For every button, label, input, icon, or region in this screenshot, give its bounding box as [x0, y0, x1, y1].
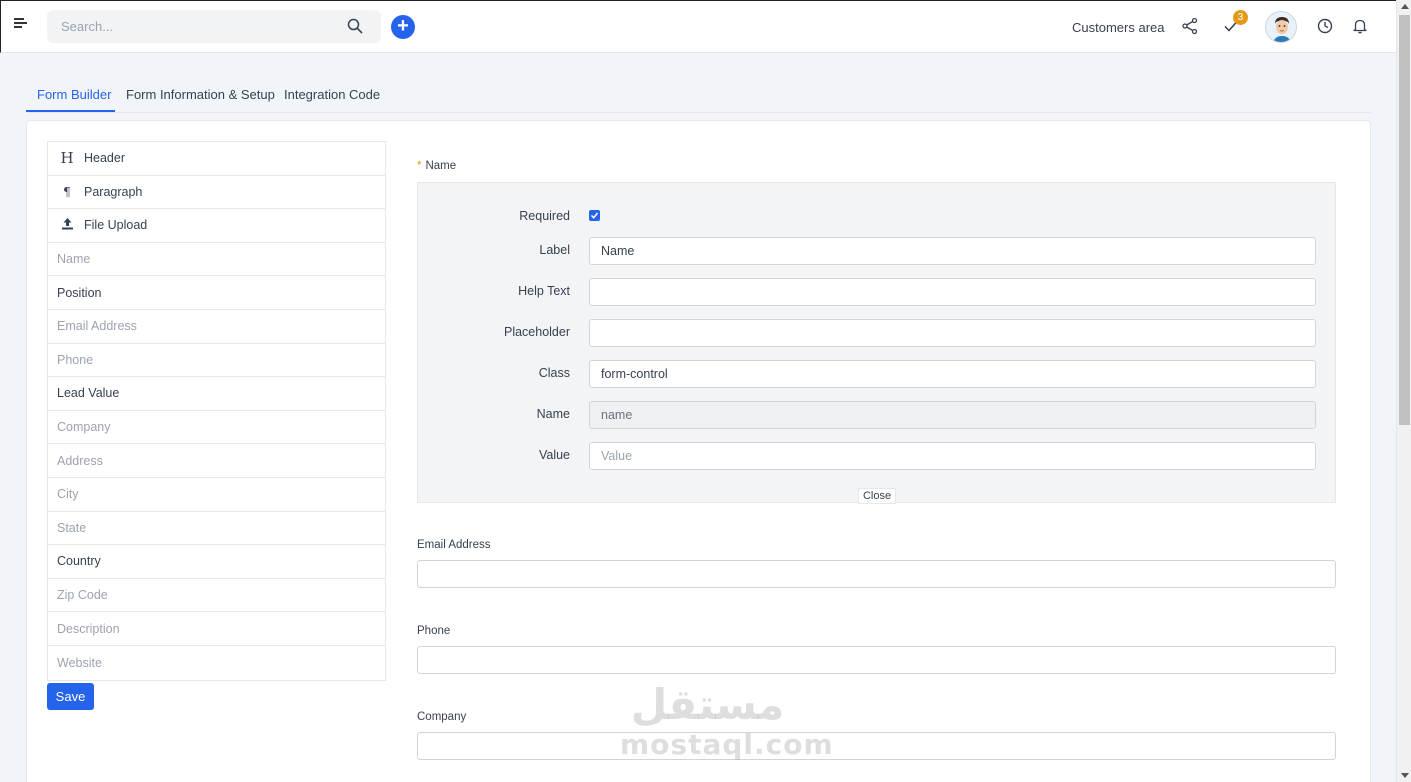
palette-item-label: State: [57, 520, 87, 535]
palette-item-zip-code[interactable]: Zip Code: [48, 579, 385, 613]
tab-form-information-setup[interactable]: Form Information & Setup: [126, 87, 275, 102]
palette-item-label: Position: [57, 285, 102, 300]
palette-item-website[interactable]: Website: [48, 646, 385, 680]
placeholder-label: Placeholder: [503, 325, 570, 339]
palette-item-description[interactable]: Description: [48, 612, 385, 646]
palette-item-label: Zip Code: [57, 588, 108, 603]
palette-item-paragraph[interactable]: ¶ Paragraph: [48, 176, 385, 210]
search-icon[interactable]: [347, 18, 363, 34]
palette-item-city[interactable]: City: [48, 478, 385, 512]
palette-item-label: Lead Value: [57, 386, 120, 401]
watermark-logo: مستقل mostaql.com: [620, 680, 834, 770]
scroll-down-icon[interactable]: [1401, 773, 1409, 778]
value-label: Value: [538, 448, 570, 462]
watermark-arabic: مستقل: [630, 680, 785, 729]
header-icon: H: [60, 149, 74, 168]
value-input[interactable]: [589, 442, 1316, 470]
name-attr-input: [589, 401, 1316, 429]
help-text-label: Help Text: [518, 284, 570, 298]
palette-item-country[interactable]: Country: [48, 545, 385, 579]
palette-item-state[interactable]: State: [48, 512, 385, 546]
menu-toggle-icon[interactable]: [14, 18, 30, 34]
company-label: Company: [417, 711, 467, 723]
field-heading-name[interactable]: * Name: [417, 160, 456, 172]
active-tab-indicator: [26, 110, 115, 112]
placeholder-input[interactable]: [589, 319, 1316, 347]
field-heading-label: Name: [425, 160, 457, 172]
bell-icon[interactable]: [1351, 17, 1369, 35]
watermark-latin: mostaql.com: [620, 728, 834, 761]
palette-item-name[interactable]: Name: [48, 243, 385, 277]
field-palette: H Header ¶ Paragraph File Upload Name Po…: [47, 141, 386, 681]
tab-form-builder[interactable]: Form Builder: [37, 87, 111, 102]
label-field-label: Label: [539, 243, 570, 257]
palette-item-label: Description: [57, 621, 120, 636]
palette-item-address[interactable]: Address: [48, 444, 385, 478]
upload-icon: [60, 216, 74, 234]
top-navbar: + Customers area 3: [0, 0, 1396, 53]
field-settings-panel: Required Label Help Text Placeholder Cla…: [417, 182, 1336, 504]
palette-item-lead-value[interactable]: Lead Value: [48, 377, 385, 411]
palette-item-label: Phone: [57, 352, 94, 367]
palette-item-label: Country: [57, 554, 101, 569]
palette-item-label: File Upload: [84, 218, 148, 233]
phone-label: Phone: [417, 625, 451, 637]
email-address-input[interactable]: [417, 560, 1336, 588]
required-checkbox[interactable]: [589, 210, 600, 221]
quick-add-button[interactable]: +: [391, 15, 415, 39]
help-text-input[interactable]: [589, 278, 1316, 306]
palette-item-label: Paragraph: [84, 184, 143, 199]
phone-input[interactable]: [417, 646, 1336, 674]
class-label: Class: [538, 366, 570, 380]
paragraph-icon: ¶: [63, 184, 71, 199]
required-label: Required: [519, 209, 570, 223]
search-box: [47, 10, 381, 43]
customers-area-link[interactable]: Customers area: [1072, 20, 1164, 35]
tab-integration-code[interactable]: Integration Code: [284, 87, 380, 102]
palette-item-company[interactable]: Company: [48, 411, 385, 445]
email-address-label: Email Address: [417, 539, 491, 551]
palette-item-label: Name: [57, 252, 91, 267]
palette-item-phone[interactable]: Phone: [48, 344, 385, 378]
form-tabs: Form Builder Form Information & Setup In…: [26, 78, 1371, 113]
clock-icon[interactable]: [1316, 17, 1334, 35]
company-input[interactable]: [417, 732, 1336, 760]
page-scrollbar[interactable]: [1396, 0, 1411, 782]
class-input[interactable]: [589, 360, 1316, 388]
scroll-up-icon[interactable]: [1401, 4, 1409, 9]
avatar[interactable]: [1265, 11, 1297, 43]
required-star: *: [417, 160, 422, 172]
label-input[interactable]: [589, 237, 1316, 265]
close-settings-button[interactable]: Close: [858, 488, 896, 504]
palette-item-label: Address: [57, 453, 103, 468]
palette-item-header[interactable]: H Header: [48, 142, 385, 176]
save-button[interactable]: Save: [47, 683, 94, 710]
palette-item-position[interactable]: Position: [48, 276, 385, 310]
palette-item-file-upload[interactable]: File Upload: [48, 209, 385, 243]
palette-item-email-address[interactable]: Email Address: [48, 310, 385, 344]
palette-item-label: Header: [84, 151, 125, 166]
share-icon[interactable]: [1181, 17, 1199, 35]
palette-item-label: City: [57, 487, 79, 502]
name-attr-label: Name: [536, 407, 570, 421]
palette-item-label: Website: [57, 655, 102, 670]
palette-item-label: Company: [57, 420, 111, 435]
tasks-badge: 3: [1233, 10, 1248, 25]
palette-item-label: Email Address: [57, 319, 137, 334]
search-input[interactable]: [47, 10, 327, 43]
scroll-thumb[interactable]: [1399, 15, 1410, 425]
